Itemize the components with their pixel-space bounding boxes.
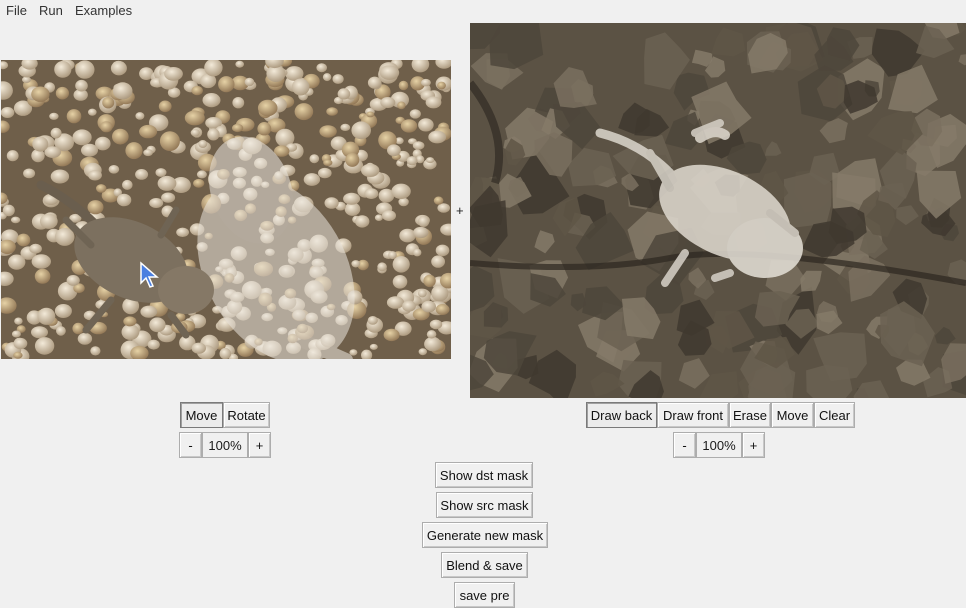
move-button[interactable]: Move	[180, 402, 223, 428]
destination-zoom-out-button[interactable]: -	[673, 432, 696, 458]
draw-front-button[interactable]: Draw front	[657, 402, 729, 428]
source-image	[1, 60, 451, 359]
destination-zoom-in-button[interactable]: +	[742, 432, 765, 458]
show-src-mask-button[interactable]: Show src mask	[436, 492, 533, 518]
source-zoom-in-button[interactable]: +	[248, 432, 271, 458]
source-zoom-out-button[interactable]: -	[179, 432, 202, 458]
save-pre-button[interactable]: save pre	[454, 582, 515, 608]
panel-separator: +	[456, 203, 464, 218]
generate-new-mask-button[interactable]: Generate new mask	[422, 522, 548, 548]
menu-examples[interactable]: Examples	[75, 3, 132, 18]
erase-button[interactable]: Erase	[729, 402, 771, 428]
menu-file[interactable]: File	[6, 3, 27, 18]
blend-save-button[interactable]: Blend & save	[441, 552, 528, 578]
source-zoom-level: 100%	[202, 432, 248, 458]
destination-image	[470, 23, 966, 398]
rotate-button[interactable]: Rotate	[223, 402, 270, 428]
mouse-cursor-icon	[140, 261, 159, 288]
destination-move-button[interactable]: Move	[771, 402, 814, 428]
menu-run[interactable]: Run	[39, 3, 63, 18]
show-dst-mask-button[interactable]: Show dst mask	[435, 462, 533, 488]
source-image-canvas[interactable]	[1, 60, 451, 359]
destination-zoom-level: 100%	[696, 432, 742, 458]
draw-back-button[interactable]: Draw back	[586, 402, 657, 428]
menu-bar: File Run Examples	[0, 0, 966, 22]
destination-image-canvas[interactable]	[470, 23, 966, 398]
clear-button[interactable]: Clear	[814, 402, 855, 428]
